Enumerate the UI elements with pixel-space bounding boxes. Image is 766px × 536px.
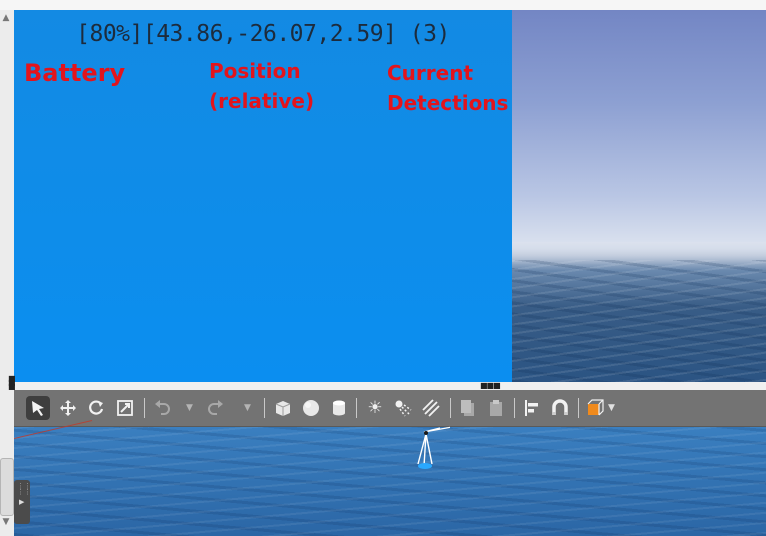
scene-toolbar: ▼ ▼ ☀ ▼ bbox=[14, 390, 766, 427]
robot-model[interactable] bbox=[410, 424, 450, 474]
sphere-shape-icon[interactable] bbox=[299, 396, 323, 420]
camera-hud-readout: [80%][43.86,-26.07,2.59] (3) bbox=[76, 21, 450, 47]
battery-annotation: Battery bbox=[24, 59, 126, 87]
toolbar-separator bbox=[144, 398, 145, 418]
toolbar-separator bbox=[356, 398, 357, 418]
toolbar-separator bbox=[578, 398, 579, 418]
detections-annotation: Current Detections bbox=[387, 58, 508, 118]
scroll-up-arrow-icon[interactable]: ▲ bbox=[0, 12, 12, 24]
snap-magnet-icon[interactable] bbox=[548, 396, 572, 420]
box-shape-icon[interactable] bbox=[271, 396, 295, 420]
splitter-grip-icon[interactable]: ■■■ bbox=[480, 382, 501, 390]
redo-icon[interactable] bbox=[204, 396, 228, 420]
align-icon[interactable] bbox=[520, 396, 544, 420]
cylinder-shape-icon[interactable] bbox=[327, 396, 351, 420]
toolbar-separator bbox=[514, 398, 515, 418]
grip-dots-icon: ⋮⋮ ⋮⋮ bbox=[17, 482, 31, 496]
ocean-surface bbox=[14, 427, 766, 536]
toolbar-separator bbox=[450, 398, 451, 418]
select-icon[interactable] bbox=[26, 396, 50, 420]
camera-image-panel: [80%][43.86,-26.07,2.59] (3) Battery Pos… bbox=[14, 10, 512, 382]
expand-arrow-icon[interactable]: ▶ bbox=[19, 498, 24, 506]
rotate-icon[interactable] bbox=[84, 396, 108, 420]
toolbar-separator bbox=[264, 398, 265, 418]
position-annotation-line1: Position bbox=[209, 59, 301, 83]
left-panel-tab[interactable] bbox=[0, 458, 14, 516]
position-annotation: Position (relative) bbox=[209, 56, 314, 116]
directional-light-icon[interactable] bbox=[419, 396, 443, 420]
scroll-down-arrow-icon[interactable]: ▼ bbox=[0, 516, 12, 528]
redo-history-dropdown-icon[interactable]: ▼ bbox=[244, 398, 251, 418]
window-top-strip bbox=[0, 0, 766, 10]
scale-icon[interactable] bbox=[113, 396, 137, 420]
side-panel-handle[interactable]: ⋮⋮ ⋮⋮ ▶ bbox=[14, 480, 31, 524]
3d-scene-view[interactable]: ▼ ▼ ☀ ▼ bbox=[14, 390, 766, 536]
side-grip-icon[interactable]: ■ ■ ■ bbox=[8, 375, 16, 391]
view-angle-dropdown-icon[interactable]: ▼ bbox=[608, 398, 615, 418]
scene-camera-view bbox=[512, 10, 766, 382]
copy-icon[interactable] bbox=[456, 396, 480, 420]
paste-icon[interactable] bbox=[484, 396, 508, 420]
horizontal-splitter[interactable] bbox=[14, 382, 766, 390]
detections-annotation-line2: Detections bbox=[387, 91, 509, 115]
sea-surface bbox=[512, 260, 766, 382]
undo-history-dropdown-icon[interactable]: ▼ bbox=[186, 398, 193, 418]
translate-icon[interactable] bbox=[56, 396, 80, 420]
position-annotation-line2: (relative) bbox=[209, 89, 315, 113]
view-angle-icon[interactable] bbox=[584, 396, 608, 420]
point-light-icon[interactable]: ☀ bbox=[363, 396, 387, 420]
detections-annotation-line1: Current bbox=[387, 61, 474, 85]
spot-light-icon[interactable] bbox=[391, 396, 415, 420]
undo-icon[interactable] bbox=[150, 396, 174, 420]
